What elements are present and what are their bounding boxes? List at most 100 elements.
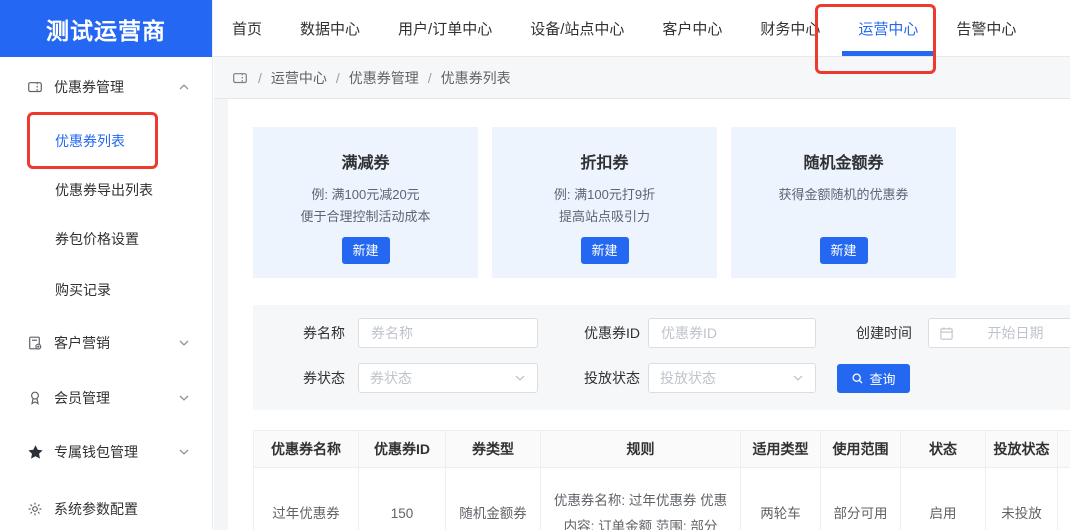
sidebar-item-exclusive-wallet-management[interactable]: 专属钱包管理 [0, 435, 212, 469]
sidebar-subitem-coupon-list[interactable]: 优惠券列表 [55, 124, 125, 158]
sidebar: 测试运营商 优惠券管理 优惠券列表 优惠券导出列表 券包价格设置 购买记录 客户… [0, 0, 213, 530]
col-header-rule: 规则 [540, 430, 741, 468]
col-header-coupon-type: 券类型 [445, 430, 541, 468]
wallet-star-icon [26, 443, 44, 461]
sidebar-item-label: 系统参数配置 [54, 501, 138, 517]
coupon-status-select[interactable]: 券状态 [358, 363, 538, 393]
chevron-down-icon [178, 447, 190, 457]
active-tab-underline [842, 50, 935, 56]
filter-panel: 券名称 优惠券ID 创建时间 开始日期 券状态 券状态 [253, 305, 1070, 410]
marketing-icon [26, 334, 44, 352]
nav-item-customer-center[interactable]: 客户中心 [662, 18, 722, 39]
cell-status: 启用 [900, 467, 986, 530]
nav-item-data-center[interactable]: 数据中心 [300, 18, 360, 39]
create-discount-coupon-button[interactable]: 新建 [580, 237, 629, 264]
card-description: 获得金额随机的优惠券 [778, 187, 909, 202]
search-icon [851, 372, 864, 385]
col-header-status: 状态 [900, 430, 986, 468]
breadcrumb-item-coupon-list: 优惠券列表 [440, 69, 511, 86]
coupon-name-label: 券名称 [303, 325, 345, 341]
calendar-icon [939, 326, 954, 341]
coupon-id-input[interactable] [648, 318, 816, 348]
nav-item-operation-center[interactable]: 运营中心 [842, 18, 935, 56]
top-navigation: 首页 数据中心 用户/订单中心 设备/站点中心 客户中心 财务中心 运营中心 告… [213, 0, 1070, 57]
sidebar-item-customer-marketing[interactable]: 客户营销 [0, 326, 212, 360]
breadcrumb-item-operation-center[interactable]: 运营中心 [271, 68, 327, 88]
breadcrumb-item-coupon-management[interactable]: 优惠券管理 [349, 68, 419, 88]
coupon-icon [232, 70, 248, 86]
col-header-use-range: 使用范围 [820, 430, 901, 468]
chevron-down-icon [792, 373, 804, 383]
sidebar-subitem-coupon-export-list[interactable]: 优惠券导出列表 [55, 173, 153, 207]
filter-row-1: 券名称 优惠券ID 创建时间 开始日期 [253, 318, 1070, 348]
table-header-row: 优惠券名称 优惠券ID 券类型 规则 适用类型 使用范围 状态 投放状态 [253, 430, 1070, 468]
table-row[interactable]: 过年优惠券 150 随机金额券 优惠券名称: 过年优惠券 优惠内容: 订单金额 … [253, 467, 1070, 530]
breadcrumb-separator: / [258, 69, 262, 86]
coupon-status-label: 券状态 [303, 370, 345, 386]
cell-rule: 优惠券名称: 过年优惠券 优惠内容: 订单金额 范围: 部分 [540, 467, 741, 530]
col-header-coupon-name: 优惠券名称 [253, 430, 359, 468]
chevron-up-icon [178, 82, 190, 92]
launch-status-label: 投放状态 [584, 370, 640, 386]
nav-item-device-site-center[interactable]: 设备/站点中心 [530, 18, 624, 39]
coupon-id-label: 优惠券ID [584, 325, 640, 341]
breadcrumb-separator: / [427, 69, 432, 86]
chevron-down-icon [514, 373, 526, 383]
breadcrumb: / 运营中心 / 优惠券管理 / 优惠券列表 [214, 57, 1070, 99]
nav-item-alarm-center[interactable]: 告警中心 [956, 18, 1016, 39]
cell-coupon-name: 过年优惠券 [253, 467, 359, 530]
col-header-coupon-id: 优惠券ID [358, 430, 446, 468]
chevron-down-icon [178, 338, 190, 348]
cell-coupon-id: 150 [358, 467, 446, 530]
cell-launch-status: 未投放 [985, 467, 1058, 530]
nav-item-label: 运营中心 [858, 20, 919, 38]
chevron-down-icon [178, 393, 190, 403]
card-description: 例: 满100元打9折 提高站点吸引力 [553, 187, 656, 224]
card-description: 例: 满100元减20元 便于合理控制活动成本 [300, 187, 431, 224]
nav-item-finance-center[interactable]: 财务中心 [760, 18, 820, 39]
cell-coupon-type: 随机金额券 [445, 467, 541, 530]
card-title: 折扣券 [580, 155, 629, 172]
coupon-table-wrap: 优惠券名称 优惠券ID 券类型 规则 适用类型 使用范围 状态 投放状态 过年优… [253, 430, 1070, 530]
sidebar-subitem-package-price-settings[interactable]: 券包价格设置 [55, 222, 139, 256]
card-title: 随机金额券 [803, 155, 884, 172]
sidebar-item-label: 客户营销 [54, 335, 110, 351]
select-placeholder: 券状态 [370, 370, 412, 386]
breadcrumb-separator: / [335, 69, 340, 86]
cell-use-range: 部分可用 [820, 467, 901, 530]
main-panel: 满减券 例: 满100元减20元 便于合理控制活动成本 新建 折扣券 例: 满1… [228, 99, 1070, 530]
filter-row-2: 券状态 券状态 投放状态 投放状态 查询 [253, 363, 1070, 393]
cell-clipped [1057, 467, 1070, 530]
card-title: 满减券 [341, 155, 390, 172]
card-random-amount-coupon: 随机金额券 获得金额随机的优惠券 新建 [731, 127, 956, 278]
sidebar-subitem-purchase-records[interactable]: 购买记录 [55, 273, 111, 307]
coupon-table: 优惠券名称 优惠券ID 券类型 规则 适用类型 使用范围 状态 投放状态 过年优… [253, 430, 1070, 530]
sidebar-item-member-management[interactable]: 会员管理 [0, 381, 212, 415]
coupon-type-cards: 满减券 例: 满100元减20元 便于合理控制活动成本 新建 折扣券 例: 满1… [253, 127, 956, 278]
card-full-reduction-coupon: 满减券 例: 满100元减20元 便于合理控制活动成本 新建 [253, 127, 478, 278]
sidebar-item-label: 专属钱包管理 [54, 444, 138, 460]
start-date-placeholder: 开始日期 [987, 325, 1044, 341]
nav-item-user-order-center[interactable]: 用户/订单中心 [398, 18, 492, 39]
member-icon [26, 389, 44, 407]
sidebar-item-label: 优惠券管理 [54, 79, 124, 95]
sidebar-item-label: 会员管理 [54, 390, 110, 406]
coupon-icon [26, 78, 44, 96]
nav-item-home[interactable]: 首页 [232, 18, 262, 39]
create-full-reduction-coupon-button[interactable]: 新建 [341, 237, 390, 264]
create-time-label: 创建时间 [856, 325, 912, 341]
card-discount-coupon: 折扣券 例: 满100元打9折 提高站点吸引力 新建 [492, 127, 717, 278]
sidebar-item-system-parameter-config[interactable]: 系统参数配置 [0, 492, 212, 526]
start-date-picker[interactable]: 开始日期 [928, 318, 1070, 348]
select-placeholder: 投放状态 [660, 370, 716, 386]
search-button-label: 查询 [869, 371, 896, 387]
brand-logo: 测试运营商 [0, 0, 212, 57]
sidebar-item-coupon-management[interactable]: 优惠券管理 [0, 70, 212, 104]
col-header-clipped [1057, 430, 1070, 468]
launch-status-select[interactable]: 投放状态 [648, 363, 816, 393]
col-header-apply-type: 适用类型 [740, 430, 821, 468]
search-button[interactable]: 查询 [837, 363, 910, 393]
cell-apply-type: 两轮车 [740, 467, 821, 530]
coupon-name-input[interactable] [358, 318, 538, 348]
create-random-amount-coupon-button[interactable]: 新建 [819, 237, 868, 264]
